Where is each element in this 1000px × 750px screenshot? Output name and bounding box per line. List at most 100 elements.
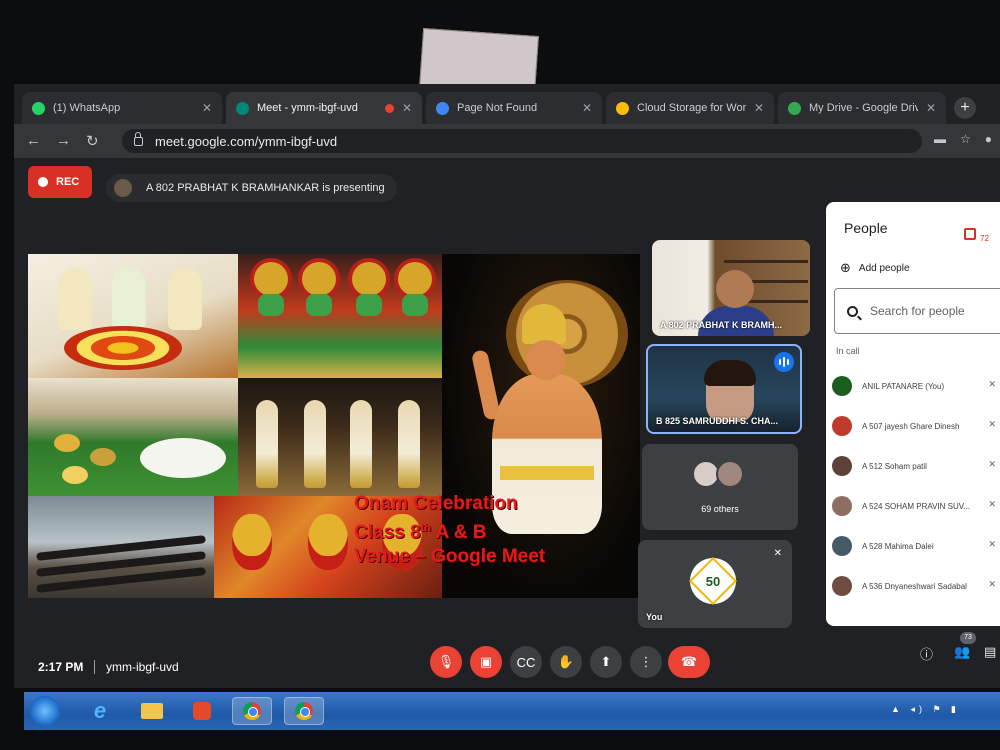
mic-off-icon: ✕ bbox=[988, 379, 996, 389]
mic-off-icon: ✕ bbox=[773, 548, 782, 559]
people-panel: People 72 ⊕ Add people Search for people… bbox=[826, 202, 1000, 626]
participant-name: A 802 PRABHAT K BRAMH... bbox=[660, 320, 783, 330]
photo-onam-sadhya bbox=[28, 378, 238, 496]
mic-off-icon: 🎙 bbox=[437, 654, 455, 669]
list-item[interactable]: A 536 Dnyaneshwari Sadabal ✕ bbox=[826, 566, 1000, 606]
back-arrow-icon[interactable]: ← bbox=[26, 132, 41, 149]
self-label: You bbox=[646, 612, 663, 622]
speaking-icon bbox=[774, 352, 794, 372]
tab-title: Meet - ymm-ibgf-uvd bbox=[257, 102, 358, 114]
avatar bbox=[114, 179, 132, 197]
os-taskbar: e ▲ ◂) ⚑ ▮ bbox=[24, 692, 1000, 730]
raise-hand-button[interactable]: ✋ bbox=[550, 646, 582, 678]
close-icon[interactable]: ✕ bbox=[926, 101, 936, 115]
avatar bbox=[716, 460, 744, 488]
list-item[interactable]: A 507 jayesh Ghare Dinesh ✕ bbox=[826, 406, 1000, 446]
avatar bbox=[832, 576, 852, 596]
more-options-button[interactable]: ⋮ bbox=[630, 646, 662, 678]
rec-label: REC bbox=[56, 176, 80, 188]
add-people-label: Add people bbox=[858, 262, 910, 274]
address-bar: ← → ↻ meet.google.com/ymm-ibgf-uvd ▬ ☆ ● bbox=[14, 124, 1000, 158]
leave-call-button[interactable]: ☎ bbox=[668, 646, 710, 678]
close-icon[interactable]: ✕ bbox=[202, 101, 212, 115]
taskbar-explorer[interactable] bbox=[132, 697, 172, 725]
slide-title-line3: Venue – Google Meet bbox=[354, 546, 546, 567]
people-icon[interactable]: 👥 bbox=[954, 644, 970, 660]
participant-count-badge: 73 bbox=[960, 632, 976, 644]
list-item[interactable]: A 512 Soham patil ✕ bbox=[826, 446, 1000, 486]
address-bar-icons: ▬ ☆ ● bbox=[934, 132, 992, 146]
search-people-input[interactable]: Search for people bbox=[834, 288, 1000, 334]
avatar bbox=[832, 376, 852, 396]
tab-title: Cloud Storage for Work and H bbox=[637, 102, 746, 114]
list-item[interactable]: ANIL PATANARE (You) ✕ bbox=[826, 366, 1000, 406]
host-controls-icon[interactable] bbox=[964, 228, 976, 240]
self-tile[interactable]: ✕ 50 You bbox=[638, 540, 792, 628]
add-people-button[interactable]: ⊕ Add people bbox=[840, 260, 910, 276]
present-button[interactable]: ⬆ bbox=[590, 646, 622, 678]
taskbar-internet-explorer[interactable]: e bbox=[80, 697, 120, 725]
panel-title: People bbox=[844, 220, 888, 236]
participant-name: B 825 SAMRUDDHI S. CHA... bbox=[656, 416, 779, 426]
taskbar-chrome-2[interactable] bbox=[284, 697, 324, 725]
others-tile[interactable]: 69 others bbox=[642, 444, 798, 530]
system-tray[interactable]: ▲ ◂) ⚑ ▮ bbox=[891, 704, 960, 715]
list-item[interactable]: A 528 Mahima Dalei ✕ bbox=[826, 526, 1000, 566]
close-icon[interactable]: ✕ bbox=[754, 101, 764, 115]
participant-list: ANIL PATANARE (You) ✕ A 507 jayesh Ghare… bbox=[826, 366, 1000, 606]
meet-icon bbox=[236, 101, 249, 115]
new-tab-button[interactable]: + bbox=[954, 97, 976, 119]
profile-icon[interactable]: ● bbox=[985, 132, 992, 146]
folder-icon bbox=[141, 703, 163, 719]
avatar bbox=[832, 496, 852, 516]
browser-tabbar: (1) WhatsApp ✕ Meet - ymm-ibgf-uvd ✕ Pag… bbox=[14, 84, 1000, 124]
tab-google-drive[interactable]: My Drive - Google Drive ✕ bbox=[778, 92, 946, 124]
more-vert-icon: ⋮ bbox=[639, 654, 653, 669]
chat-icon[interactable]: ▤ bbox=[984, 644, 996, 660]
recording-badge[interactable]: REC bbox=[28, 166, 92, 198]
tab-title: My Drive - Google Drive bbox=[809, 102, 918, 114]
camera-off-icon: ▣ bbox=[479, 654, 493, 669]
photo-thiruvathira-dance bbox=[238, 378, 442, 496]
tab-page-not-found[interactable]: Page Not Found ✕ bbox=[426, 92, 602, 124]
photo-kathakali bbox=[238, 254, 442, 378]
mic-off-icon: ✕ bbox=[988, 499, 996, 509]
tab-title: Page Not Found bbox=[457, 102, 538, 114]
taskbar-media-player[interactable] bbox=[182, 697, 222, 725]
search-placeholder: Search for people bbox=[870, 304, 965, 318]
url-field[interactable]: meet.google.com/ymm-ibgf-uvd bbox=[122, 129, 922, 153]
hand-icon: ✋ bbox=[557, 654, 575, 669]
tab-title: (1) WhatsApp bbox=[53, 102, 121, 114]
close-icon[interactable]: ✕ bbox=[402, 101, 412, 115]
google-icon bbox=[436, 101, 449, 115]
captions-button[interactable]: CC bbox=[510, 646, 542, 678]
slide-title: Onam Celebration Class 8th A & B Venue –… bbox=[354, 492, 545, 569]
info-icon[interactable]: ⓘ bbox=[920, 644, 933, 663]
mic-toggle-button[interactable]: 🎙 bbox=[430, 646, 462, 678]
media-player-icon bbox=[193, 702, 211, 720]
taskbar-chrome-1[interactable] bbox=[232, 697, 272, 725]
participant-tile-presenter[interactable]: A 802 PRABHAT K BRAMH... bbox=[652, 240, 810, 336]
recording-icon bbox=[384, 103, 394, 113]
meeting-clock: 2:17 PM bbox=[38, 660, 84, 674]
drive-icon bbox=[616, 101, 629, 115]
whatsapp-icon bbox=[32, 101, 45, 115]
star-icon[interactable]: ☆ bbox=[960, 132, 971, 146]
close-icon[interactable]: ✕ bbox=[582, 101, 592, 115]
in-call-label: In call bbox=[836, 346, 860, 356]
list-item[interactable]: A 524 SOHAM PRAVIN SUV... ✕ bbox=[826, 486, 1000, 526]
presenting-banner: A 802 PRABHAT K BRAMHANKAR is presenting bbox=[106, 174, 397, 202]
search-icon bbox=[847, 305, 858, 317]
reload-icon[interactable]: ↻ bbox=[86, 132, 99, 150]
tab-whatsapp[interactable]: (1) WhatsApp ✕ bbox=[22, 92, 222, 124]
school-logo: 50 bbox=[690, 558, 736, 604]
tab-cloud-storage[interactable]: Cloud Storage for Work and H ✕ bbox=[606, 92, 774, 124]
forward-arrow-icon[interactable]: → bbox=[56, 132, 71, 149]
meet-window: REC A 802 PRABHAT K BRAMHANKAR is presen… bbox=[14, 158, 1000, 688]
camera-toggle-button[interactable]: ▣ bbox=[470, 646, 502, 678]
camera-icon[interactable]: ▬ bbox=[934, 132, 946, 146]
start-button[interactable] bbox=[30, 696, 60, 726]
avatar bbox=[832, 536, 852, 556]
tab-meet[interactable]: Meet - ymm-ibgf-uvd ✕ bbox=[226, 92, 422, 124]
participant-tile-speaker[interactable]: B 825 SAMRUDDHI S. CHA... bbox=[646, 344, 802, 434]
